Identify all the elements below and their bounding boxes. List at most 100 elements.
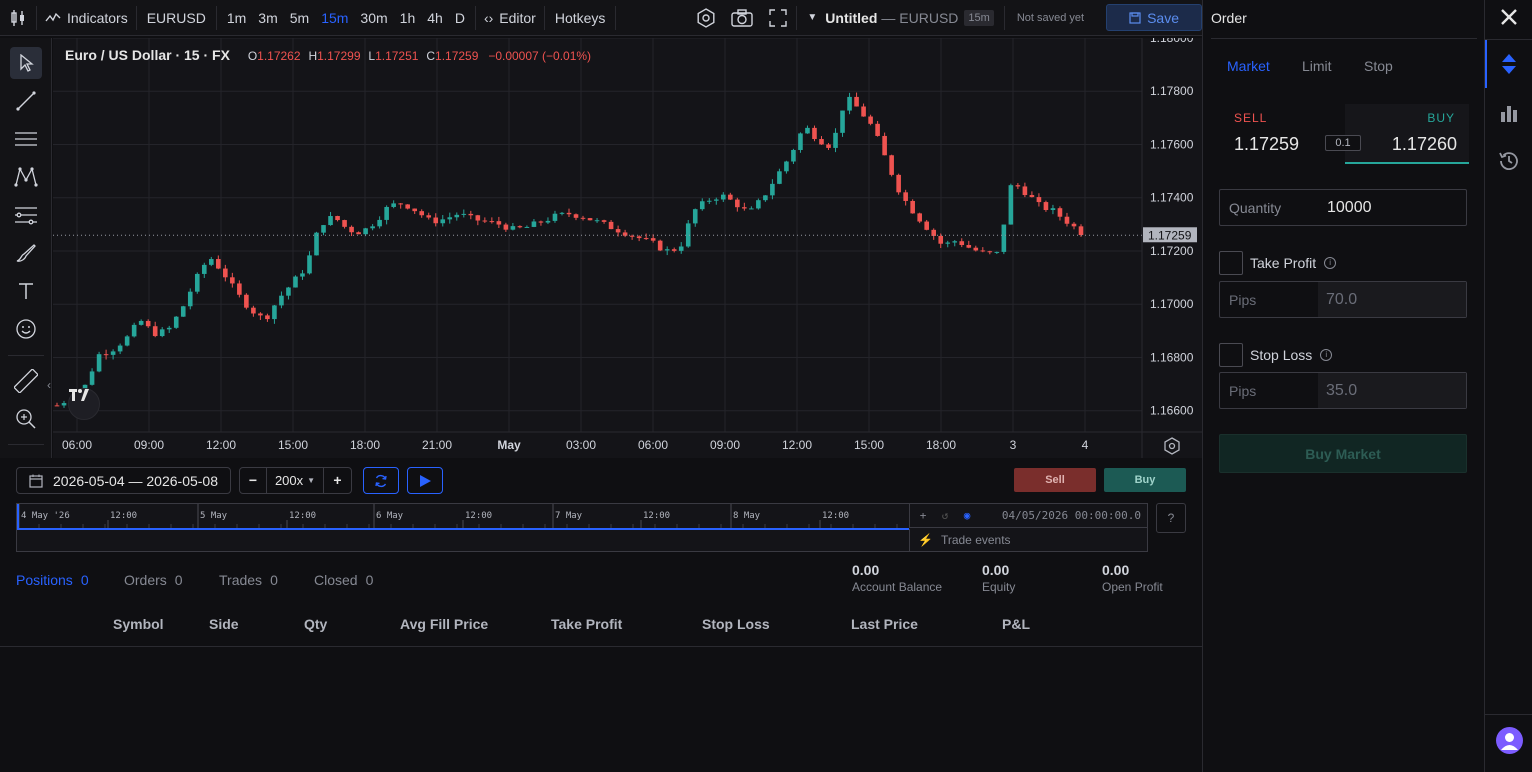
symbol-button[interactable]: EURUSD bbox=[137, 0, 216, 36]
fib-icon[interactable] bbox=[10, 199, 42, 231]
chart-type-icon[interactable] bbox=[0, 0, 36, 36]
candle-body bbox=[706, 200, 712, 202]
timeframe-1m[interactable]: 1m bbox=[221, 10, 252, 26]
x-tick-label: 03:00 bbox=[566, 438, 596, 452]
trend-line-icon[interactable] bbox=[10, 85, 42, 117]
info-icon[interactable]: i bbox=[1324, 257, 1337, 269]
speed-decrease-button[interactable]: − bbox=[240, 468, 267, 493]
indicators-button[interactable]: Indicators bbox=[37, 0, 136, 36]
ruler-icon[interactable] bbox=[10, 365, 42, 397]
trade-events-row[interactable]: ⚡ Trade events bbox=[909, 529, 1147, 551]
bar-chart-icon[interactable] bbox=[1497, 102, 1521, 126]
stop-loss-label-row: Stop Loss i bbox=[1250, 347, 1333, 363]
column-header[interactable]: Qty bbox=[304, 616, 327, 632]
brush-icon[interactable] bbox=[10, 237, 42, 269]
candlestick-chart[interactable]: 1.18000 1.17800 1.17600 1.17400 1.17200 1.170… bbox=[53, 38, 1202, 458]
current-price-label: 1.17259 bbox=[1148, 228, 1192, 242]
speed-increase-button[interactable]: + bbox=[324, 468, 351, 493]
help-button[interactable]: ? bbox=[1156, 503, 1186, 533]
price-chart[interactable]: 1.18000 1.17800 1.17600 1.17400 1.17200 1.170… bbox=[47, 38, 1202, 458]
timeframe-5m[interactable]: 5m bbox=[284, 10, 315, 26]
candle-body bbox=[763, 195, 768, 201]
column-header[interactable]: Avg Fill Price bbox=[400, 616, 488, 632]
cursor-icon[interactable] bbox=[10, 47, 42, 79]
replay-sell-button[interactable]: Sell bbox=[1014, 468, 1096, 492]
tab-trades[interactable]: Trades 0 bbox=[219, 572, 278, 588]
tab-stop[interactable]: Stop bbox=[1364, 58, 1393, 74]
timeframe-15m[interactable]: 15m bbox=[315, 10, 354, 26]
info-icon[interactable]: i bbox=[1320, 349, 1333, 361]
speed-select[interactable]: 200x ▼ bbox=[267, 468, 324, 493]
timeline-cursor[interactable] bbox=[17, 504, 19, 529]
avatar[interactable] bbox=[1496, 727, 1523, 754]
quantity-field[interactable]: Quantity 10000 bbox=[1219, 189, 1467, 226]
collapse-toolbar-icon[interactable]: ‹ bbox=[47, 378, 51, 392]
candle-body bbox=[791, 149, 796, 162]
sell-price-box[interactable]: SELL 1.17259 bbox=[1219, 104, 1344, 164]
calendar-icon bbox=[29, 474, 43, 488]
candle-body bbox=[138, 320, 144, 325]
tab-closed[interactable]: Closed 0 bbox=[314, 572, 373, 588]
tab-orders[interactable]: Orders 0 bbox=[124, 572, 183, 588]
timeframe-3m[interactable]: 3m bbox=[252, 10, 283, 26]
chart-settings-icon[interactable] bbox=[1163, 437, 1181, 455]
pattern-icon[interactable] bbox=[10, 161, 42, 193]
column-header[interactable]: Side bbox=[209, 616, 239, 632]
refresh-button[interactable] bbox=[363, 467, 399, 494]
add-icon[interactable]: + bbox=[916, 509, 930, 522]
candle-body bbox=[1043, 202, 1049, 211]
play-button[interactable] bbox=[407, 467, 443, 494]
history-icon[interactable] bbox=[1497, 149, 1521, 173]
tab-positions[interactable]: Positions 0 bbox=[16, 572, 89, 588]
candle-body bbox=[840, 110, 845, 133]
tradingview-logo-icon[interactable] bbox=[68, 388, 100, 420]
text-icon[interactable] bbox=[10, 275, 42, 307]
emoji-icon[interactable] bbox=[10, 313, 42, 345]
tab-market[interactable]: Market bbox=[1227, 58, 1270, 74]
editor-button[interactable]: ‹› Editor bbox=[476, 0, 544, 36]
target-icon[interactable]: ◉ bbox=[960, 509, 974, 522]
y-tick-label: 1.17800 bbox=[1150, 84, 1194, 98]
candle-body bbox=[180, 306, 186, 317]
timeframe-1h[interactable]: 1h bbox=[394, 10, 422, 26]
candle-body bbox=[258, 313, 263, 316]
stop-loss-pips-field[interactable]: Pips 35.0 bbox=[1219, 372, 1467, 409]
take-profit-pips-field[interactable]: Pips 70.0 bbox=[1219, 281, 1467, 318]
timeframe-4h[interactable]: 4h bbox=[421, 10, 449, 26]
column-header[interactable]: Stop Loss bbox=[702, 616, 770, 632]
timeframe-D[interactable]: D bbox=[449, 10, 471, 26]
save-button[interactable]: Save bbox=[1106, 4, 1202, 31]
column-header[interactable]: Take Profit bbox=[551, 616, 622, 632]
candle-body bbox=[173, 316, 179, 328]
quantity-value[interactable]: 10000 bbox=[1327, 199, 1372, 217]
column-header[interactable]: P&L bbox=[1002, 616, 1030, 632]
timeframe-30m[interactable]: 30m bbox=[354, 10, 393, 26]
candle-body bbox=[307, 255, 312, 274]
tp-pips-value[interactable]: 70.0 bbox=[1318, 282, 1466, 317]
buy-market-button[interactable]: Buy Market bbox=[1219, 434, 1467, 473]
column-header[interactable]: Last Price bbox=[851, 616, 918, 632]
camera-icon[interactable] bbox=[724, 0, 760, 36]
zoom-icon[interactable] bbox=[10, 403, 42, 435]
hotkeys-button[interactable]: Hotkeys bbox=[545, 0, 616, 36]
buy-price-box[interactable]: BUY 1.17260 bbox=[1345, 104, 1469, 164]
date-range-picker[interactable]: 2026-05-04 — 2026-05-08 bbox=[16, 467, 231, 494]
close-icon[interactable] bbox=[1493, 3, 1525, 31]
tab-limit[interactable]: Limit bbox=[1302, 58, 1332, 74]
horizontal-lines-icon[interactable] bbox=[10, 123, 42, 155]
undo-icon[interactable]: ↺ bbox=[938, 509, 952, 522]
candle-body bbox=[370, 226, 375, 229]
replay-buy-button[interactable]: Buy bbox=[1104, 468, 1186, 492]
fullscreen-icon[interactable] bbox=[760, 0, 796, 36]
replay-timeline[interactable]: 4 May '26 12:00 5 May 12:00 6 May 12:00 7 May 1… bbox=[16, 503, 1148, 552]
candle-body bbox=[187, 291, 193, 307]
ohlc-open: 1.17262 bbox=[257, 49, 301, 63]
order-panel-icon[interactable] bbox=[1497, 52, 1521, 76]
settings-icon[interactable] bbox=[688, 0, 724, 36]
column-header[interactable]: Symbol bbox=[113, 616, 164, 632]
stop-loss-checkbox[interactable] bbox=[1219, 343, 1243, 367]
layout-menu[interactable]: ▼ Untitled — EURUSD 15m bbox=[797, 0, 1003, 36]
take-profit-checkbox[interactable] bbox=[1219, 251, 1243, 275]
sl-pips-value[interactable]: 35.0 bbox=[1318, 373, 1466, 408]
timeline-track[interactable]: 4 May '26 12:00 5 May 12:00 6 May 12:00 7 May 1… bbox=[17, 504, 909, 553]
